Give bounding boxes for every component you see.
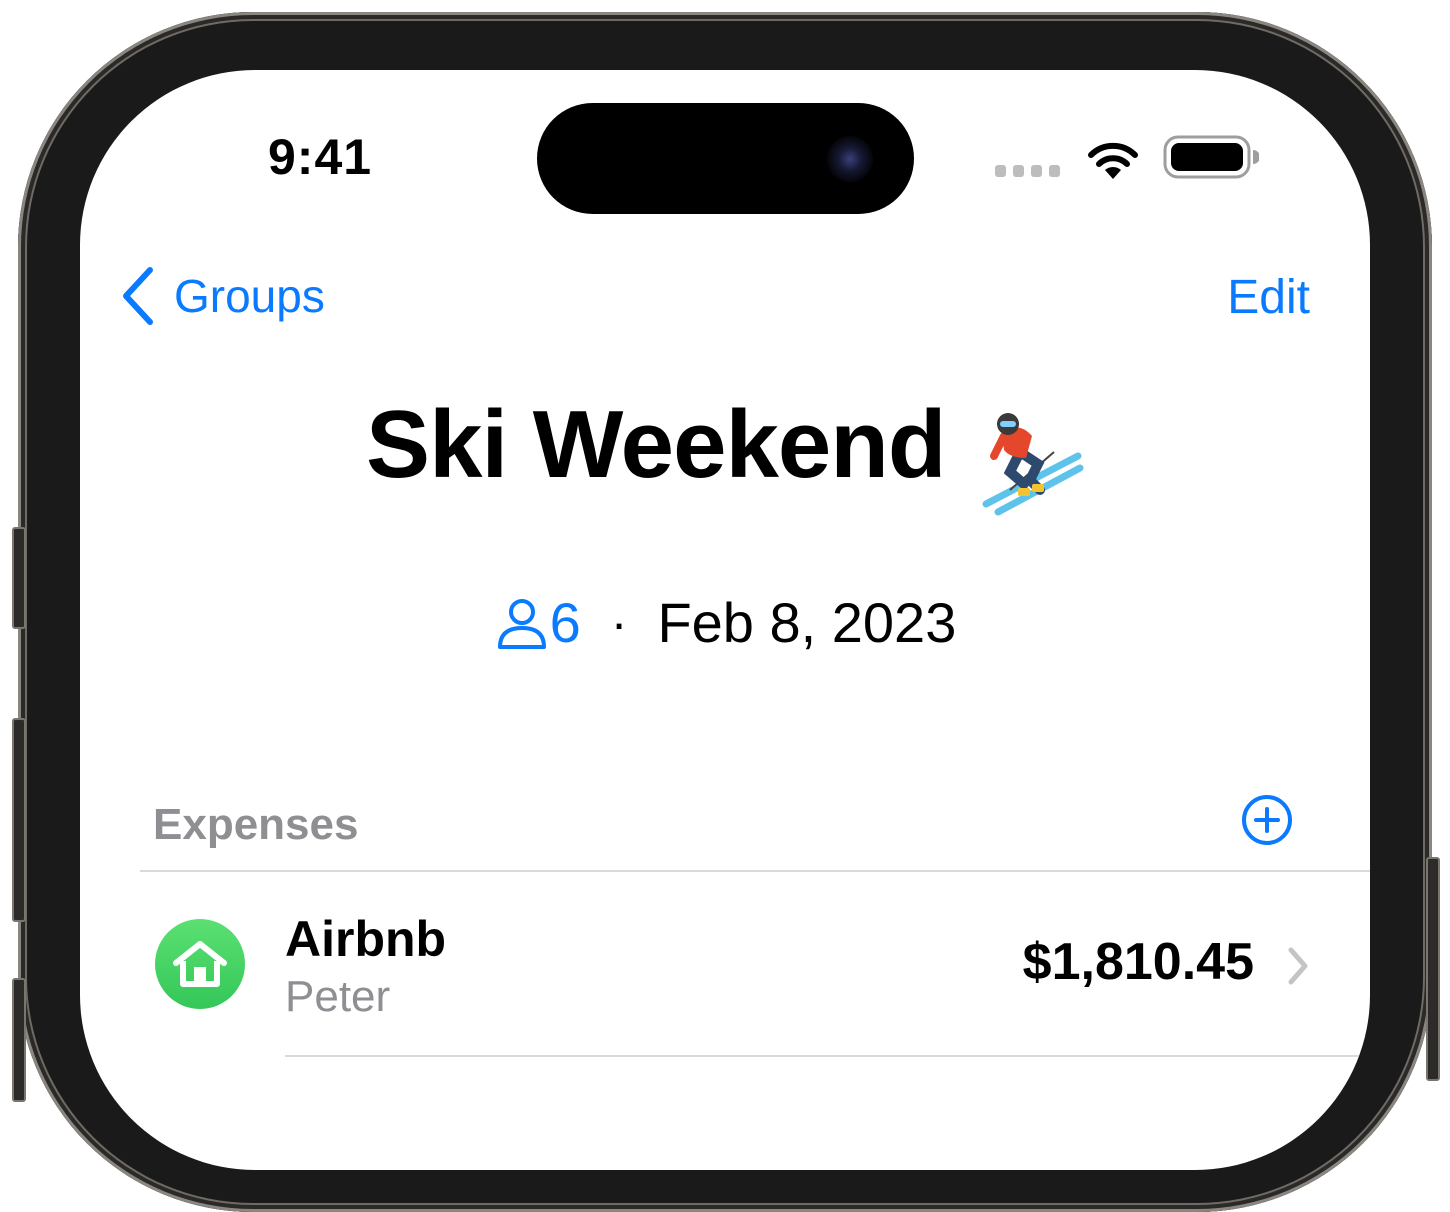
expense-title: Airbnb: [285, 911, 447, 967]
battery-icon: [1163, 135, 1259, 179]
back-label: Groups: [174, 270, 325, 322]
group-header: Ski Weekend: [80, 390, 1370, 516]
side-button: [1426, 857, 1440, 1081]
back-button[interactable]: Groups: [120, 266, 325, 326]
dynamic-island: [537, 103, 914, 214]
volume-up-button: [12, 718, 26, 922]
members-button[interactable]: 6: [494, 590, 581, 655]
volume-down-button: [12, 978, 26, 1102]
expenses-section-title: Expenses: [153, 800, 359, 849]
skier-icon: [982, 412, 1084, 516]
chevron-right-icon: [1288, 947, 1308, 985]
group-meta: 6 · Feb 8, 2023: [80, 590, 1370, 655]
action-button: [12, 527, 26, 629]
cellular-signal-icon: [995, 165, 1060, 177]
page-title: Ski Weekend: [366, 391, 946, 498]
divider: [285, 1055, 1370, 1057]
wifi-icon: [1088, 142, 1138, 179]
meta-separator: ·: [610, 594, 628, 651]
camera-icon: [827, 136, 873, 182]
screen: 9:41 Groups Edit Ski Weekend 6 · Feb 8, …: [80, 70, 1370, 1170]
status-time: 9:41: [268, 129, 373, 185]
house-icon: [155, 919, 245, 1009]
person-icon: [497, 598, 546, 649]
expense-amount: $1,810.45: [1022, 933, 1254, 991]
edit-button[interactable]: Edit: [1227, 270, 1310, 325]
member-count: 6: [549, 591, 581, 654]
expense-payer: Peter: [285, 972, 391, 1021]
list-item[interactable]: Airbnb Peter $1,810.45: [140, 872, 1370, 1056]
chevron-left-icon: [123, 267, 153, 325]
add-expense-button[interactable]: [1240, 793, 1294, 847]
group-date: Feb 8, 2023: [657, 591, 957, 654]
